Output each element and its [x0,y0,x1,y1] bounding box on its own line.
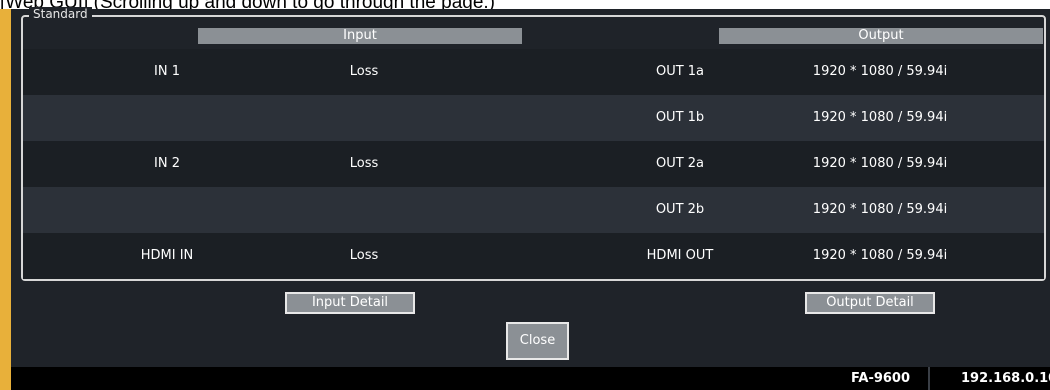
input-status [324,95,404,141]
output-format: 1920 * 1080 / 59.94i [812,156,948,171]
group-legend: Standard [29,7,92,21]
table-row: OUT 2b 1920 * 1080 / 59.94i [23,187,1044,233]
output-name: OUT 2b [655,202,705,217]
input-name: IN 2 [154,156,180,171]
input-column-header: Input [198,28,522,44]
device-model: FA-9600 [851,371,911,386]
input-name [137,187,197,233]
table-row: OUT 1b 1920 * 1080 / 59.94i [23,95,1044,141]
status-divider [928,367,930,390]
output-name: OUT 2a [655,156,705,171]
table-row: IN 2 Loss OUT 2a 1920 * 1080 / 59.94i [23,141,1044,187]
output-name: OUT 1a [655,64,705,79]
device-ip: 192.168.0.10 [961,371,1050,386]
output-detail-button[interactable]: Output Detail [805,292,935,314]
input-status: Loss [349,156,379,171]
output-format: 1920 * 1080 / 59.94i [812,64,948,79]
output-name: HDMI OUT [646,248,714,263]
output-format: 1920 * 1080 / 59.94i [812,248,948,263]
input-status: Loss [349,64,379,79]
input-name: HDMI IN [140,248,194,263]
input-name: IN 1 [154,64,180,79]
table-row: IN 1 Loss OUT 1a 1920 * 1080 / 59.94i [23,49,1044,95]
output-column-header: Output [719,28,1043,44]
input-status: Loss [349,248,379,263]
input-status [324,187,404,233]
output-format: 1920 * 1080 / 59.94i [812,110,948,125]
input-detail-button[interactable]: Input Detail [285,292,415,314]
input-name [137,95,197,141]
output-name: OUT 1b [655,110,705,125]
table-row: HDMI IN Loss HDMI OUT 1920 * 1080 / 59.9… [23,233,1044,279]
output-format: 1920 * 1080 / 59.94i [812,202,948,217]
close-button[interactable]: Close [506,322,569,360]
